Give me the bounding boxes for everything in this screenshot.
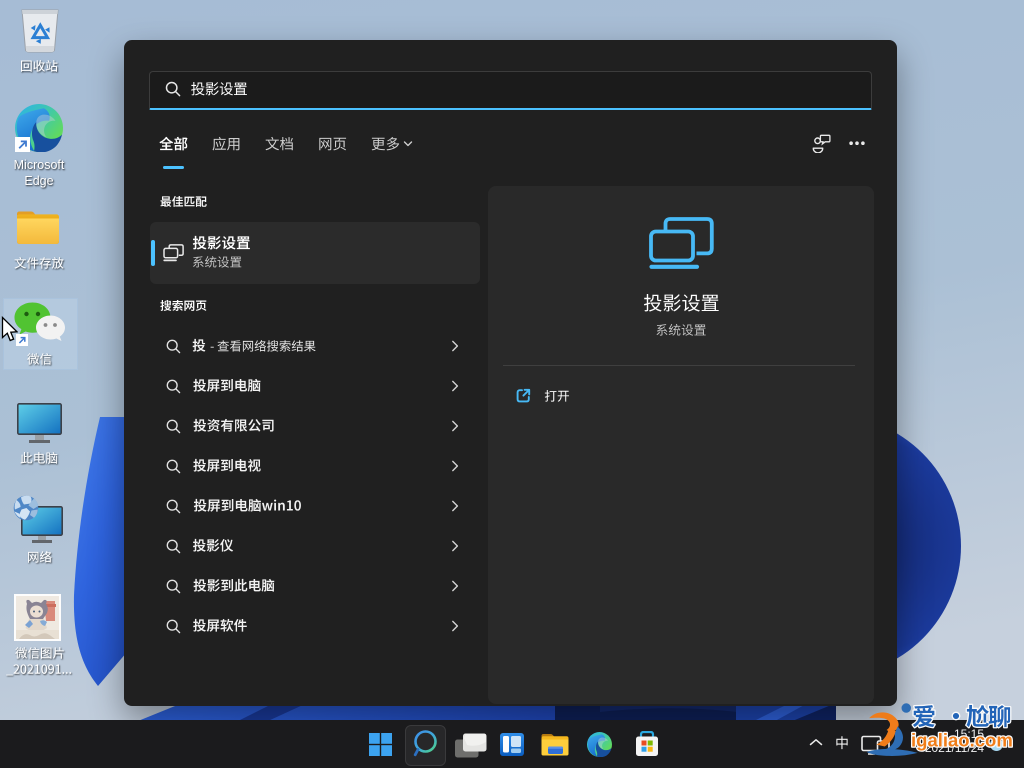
svg-text:igaliao.com: igaliao.com [911,730,1013,751]
